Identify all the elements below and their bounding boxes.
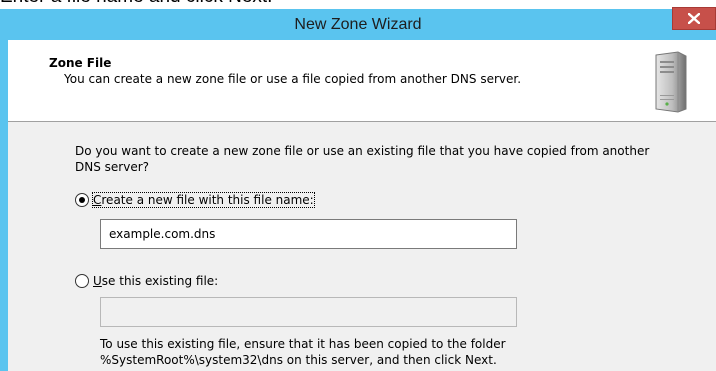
use-existing-file-label[interactable]: Use this existing file: bbox=[93, 274, 218, 288]
create-new-file-option[interactable]: Create a new file with this file name: bbox=[75, 192, 315, 208]
new-zone-wizard-window: New Zone Wizard Zone File You can create… bbox=[0, 7, 716, 371]
question-text: Do you want to create a new zone file or… bbox=[75, 144, 650, 174]
page-title: Zone File bbox=[49, 56, 112, 70]
existing-file-note: To use this existing file, ensure that i… bbox=[100, 337, 506, 367]
page-subtitle: You can create a new zone file or use a … bbox=[64, 72, 522, 86]
use-existing-file-radio[interactable] bbox=[75, 274, 89, 288]
existing-file-input[interactable] bbox=[100, 297, 517, 327]
create-new-file-radio[interactable] bbox=[75, 193, 89, 207]
wizard-client-area: Zone File You can create a new zone file… bbox=[8, 40, 716, 371]
new-file-name-input[interactable]: example.com.dns bbox=[100, 219, 517, 249]
existing-mnemonic: U bbox=[93, 274, 102, 288]
dns-server-icon bbox=[655, 51, 687, 113]
wizard-header: Zone File You can create a new zone file… bbox=[8, 40, 716, 122]
close-button[interactable] bbox=[672, 7, 716, 30]
window-title: New Zone Wizard bbox=[294, 16, 422, 33]
create-label-rest: reate a new file with this file name: bbox=[101, 193, 314, 207]
close-icon bbox=[688, 13, 700, 24]
create-new-file-label[interactable]: Create a new file with this file name: bbox=[92, 192, 315, 208]
use-existing-file-option[interactable]: Use this existing file: bbox=[75, 274, 218, 288]
existing-label-rest: se this existing file: bbox=[101, 274, 219, 288]
title-bar[interactable]: New Zone Wizard bbox=[0, 7, 716, 40]
